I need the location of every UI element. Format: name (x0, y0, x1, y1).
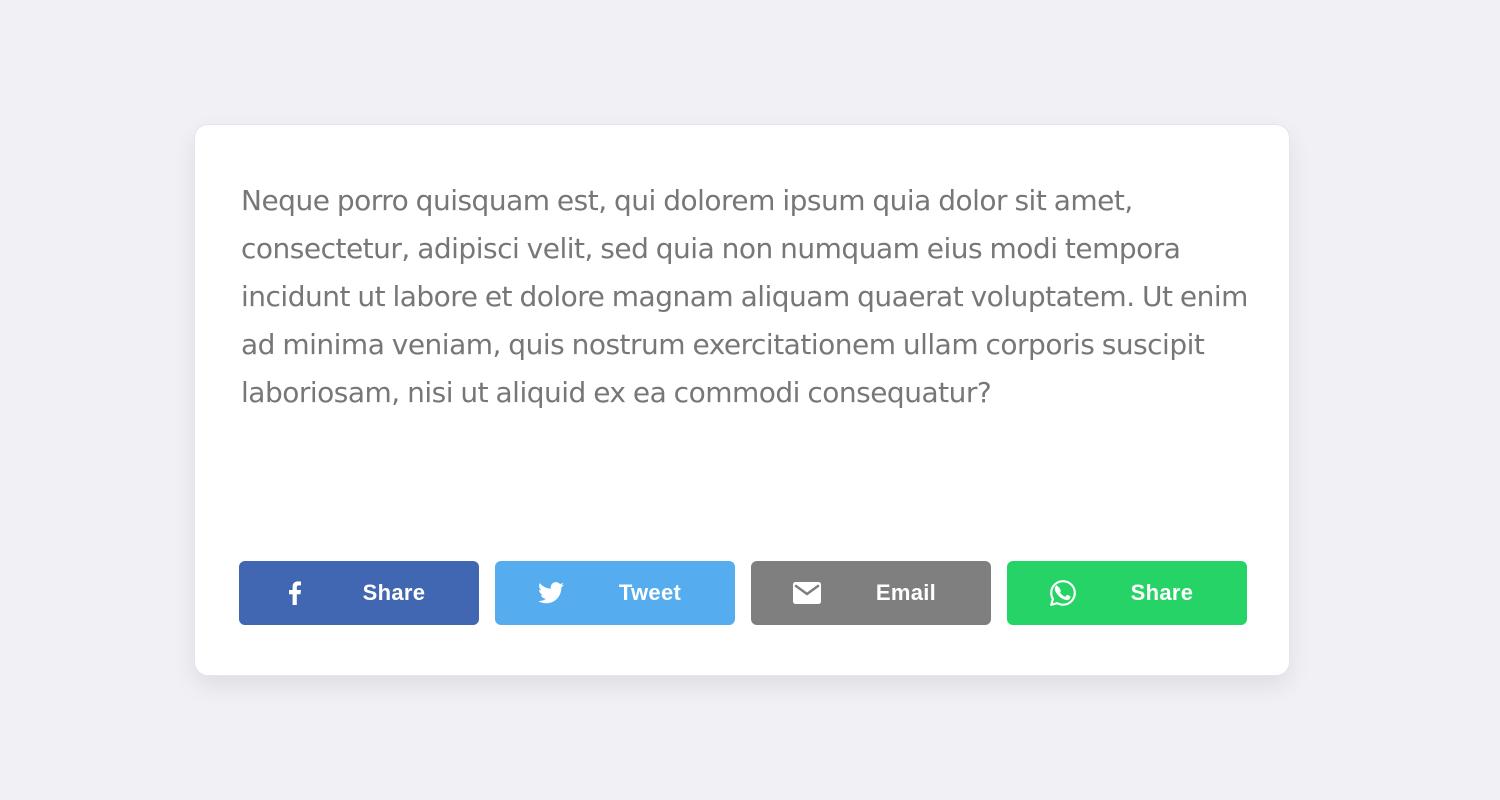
facebook-icon (281, 579, 309, 607)
card-body-text: Neque porro quisquam est, qui dolorem ip… (241, 184, 1248, 409)
twitter-tweet-label: Tweet (618, 580, 682, 605)
facebook-share-label: Share (362, 580, 426, 605)
twitter-tweet-button[interactable]: Tweet (495, 561, 735, 625)
share-buttons-row: Share Tweet Email Share (239, 561, 1247, 625)
whatsapp-icon (1049, 579, 1077, 607)
email-share-label: Email (875, 580, 937, 605)
whatsapp-share-button[interactable]: Share (1007, 561, 1247, 625)
email-share-button[interactable]: Email (751, 561, 991, 625)
twitter-icon (537, 579, 565, 607)
email-icon (793, 579, 821, 607)
facebook-share-button[interactable]: Share (239, 561, 479, 625)
whatsapp-share-label: Share (1130, 580, 1194, 605)
share-card: Neque porro quisquam est, qui dolorem ip… (194, 124, 1290, 676)
